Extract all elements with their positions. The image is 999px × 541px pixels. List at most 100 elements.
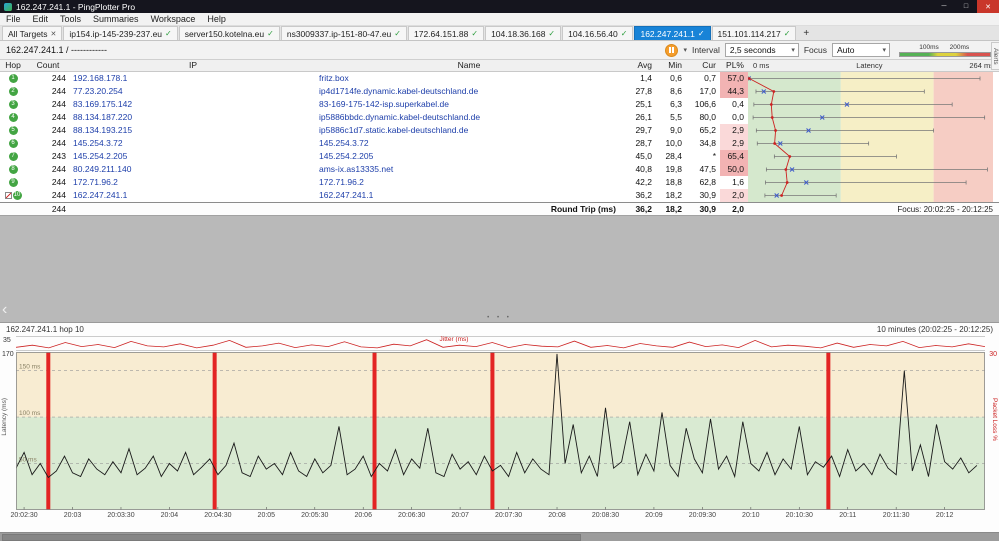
packet-loss-cell: 65,4 xyxy=(720,150,748,163)
min-cell: 9,0 xyxy=(670,125,682,135)
tab-target-ns3009337.ip-151-80-47.eu[interactable]: ns3009337.ip-151-80-47.eu ✓ xyxy=(280,26,407,40)
avg-cell: 1,4 xyxy=(640,73,652,83)
x-axis-label: 20:06:30 xyxy=(398,512,426,519)
header-avg[interactable]: Avg xyxy=(622,59,656,72)
x-axis-label: 20:11 xyxy=(839,512,857,519)
rt-count-cell: 244 xyxy=(51,203,66,214)
titlebar: 162.247.241.1 - PingPlotter Pro ─ □ ✕ xyxy=(0,0,999,13)
packet-loss-cell: 0,0 xyxy=(732,112,744,122)
name-cell: ip5886c1d7.static.kabel-deutschland.de xyxy=(319,125,469,135)
add-target-button[interactable]: + xyxy=(797,26,815,40)
check-icon: ✓ xyxy=(783,29,791,38)
min-cell: 19,8 xyxy=(665,164,682,174)
hop-badge: 7 xyxy=(8,152,18,162)
collapse-left-arrow[interactable]: ‹ xyxy=(2,302,7,318)
hop-badge: 10 xyxy=(12,191,22,201)
focus-select[interactable]: Auto ▾ xyxy=(832,43,890,57)
header-ip[interactable]: IP xyxy=(70,59,316,72)
toolbar: 162.247.241.1 / ------------ ▾ Interval … xyxy=(0,41,999,60)
x-axis-label: 20:02:30 xyxy=(10,512,38,519)
header-count[interactable]: Count xyxy=(26,59,70,72)
minimize-button[interactable]: ─ xyxy=(933,0,955,13)
check-icon: ✓ xyxy=(697,29,705,38)
tab-label: ip154.ip-145-239-237.eu xyxy=(69,28,163,39)
interval-select[interactable]: 2,5 seconds ▾ xyxy=(724,43,799,57)
table-header: Hop Count IP Name Avg Min Cur PL% 0 ms L… xyxy=(0,60,999,72)
name-cell: 83-169-175-142-isp.superkabel.de xyxy=(319,99,449,109)
focus-value: Auto xyxy=(837,45,855,55)
count-cell: 244 xyxy=(51,112,66,122)
cur-cell: 62,8 xyxy=(699,177,716,187)
check-icon: ✓ xyxy=(548,29,556,38)
x-axis-label: 20:12 xyxy=(935,512,954,519)
header-latency[interactable]: 0 ms Latency 264 ms xyxy=(748,59,999,72)
latency-scale-min: 0 ms xyxy=(753,61,770,70)
tab-target-server150.kotelna.eu[interactable]: server150.kotelna.eu ✓ xyxy=(178,26,280,40)
tab-target-162.247.241.1[interactable]: 162.247.241.1 ✓ xyxy=(634,26,711,40)
name-cell: ams-ix.as13335.net xyxy=(319,164,394,174)
tab-target-172.64.151.88[interactable]: 172.64.151.88 ✓ xyxy=(408,26,485,40)
horizontal-scrollbar[interactable] xyxy=(0,532,999,541)
cur-cell: 65,2 xyxy=(699,125,716,135)
tab-label: ns3009337.ip-151-80-47.eu xyxy=(286,28,392,39)
round-trip-label: Round Trip (ms) xyxy=(550,203,616,214)
menu-item-file[interactable]: File xyxy=(0,13,27,25)
hop-cell: 3 xyxy=(0,98,26,111)
header-name[interactable]: Name xyxy=(316,59,622,72)
packet-loss-cell: 57,0 xyxy=(720,72,748,85)
packet-loss-cell: 2,9 xyxy=(720,124,748,137)
x-axis-label: 20:04 xyxy=(160,512,179,519)
menu-item-tools[interactable]: Tools xyxy=(54,13,87,25)
hop-cell: 7 xyxy=(0,150,26,163)
count-cell: 244 xyxy=(51,99,66,109)
close-icon[interactable]: ✕ xyxy=(51,30,57,38)
ip-cell: 192.168.178.1 xyxy=(73,73,128,83)
latency-scale-legend: 100ms 200ms xyxy=(899,44,991,57)
focus-range-text: Focus: 20:02:25 - 20:12:25 xyxy=(897,204,993,214)
maximize-button[interactable]: □ xyxy=(955,0,977,13)
name-cell: 145.254.3.72 xyxy=(319,138,369,148)
latency-timeline-chart[interactable]: 50 ms100 ms150 ms xyxy=(16,352,985,510)
x-axis-label: 20:09:30 xyxy=(688,512,716,519)
menu-item-summaries[interactable]: Summaries xyxy=(87,13,145,25)
x-axis-label: 20:05 xyxy=(257,512,276,519)
tab-all-targets[interactable]: All Targets ✕ xyxy=(2,26,63,40)
cur-cell: 47,5 xyxy=(699,164,716,174)
hop-cell: 10 xyxy=(0,189,26,202)
ip-cell: 77.23.20.254 xyxy=(73,86,123,96)
header-pl[interactable]: PL% xyxy=(720,59,748,72)
min-cell: 18,8 xyxy=(665,177,682,187)
ip-cell: 172.71.96.2 xyxy=(73,177,118,187)
min-cell: 18,2 xyxy=(665,190,682,200)
pause-icon xyxy=(669,47,675,53)
loss-axis-max: 30 xyxy=(989,351,997,358)
header-min[interactable]: Min xyxy=(656,59,686,72)
menu-item-workspace[interactable]: Workspace xyxy=(145,13,202,25)
hop-table-body: 1 244 192.168.178.1 fritz.box 1,4 0,6 0,7 57,0 2… xyxy=(0,72,999,202)
name-cell: ip4d1714fe.dynamic.kabel-deutschland.de xyxy=(319,86,479,96)
count-cell: 244 xyxy=(51,138,66,148)
hop-badge: 8 xyxy=(8,165,18,175)
menu-item-edit[interactable]: Edit xyxy=(27,13,55,25)
header-cur[interactable]: Cur xyxy=(686,59,720,72)
tab-target-151.101.114.217[interactable]: 151.101.114.217 ✓ xyxy=(711,26,797,40)
splitter-handle[interactable]: • • • xyxy=(487,315,512,321)
pause-button[interactable] xyxy=(665,43,679,57)
pause-dropdown-caret[interactable]: ▾ xyxy=(683,46,687,54)
min-cell: 10,0 xyxy=(665,138,682,148)
alerts-side-tab[interactable]: Alerts xyxy=(991,42,999,70)
close-button[interactable]: ✕ xyxy=(977,0,999,13)
tab-target-ip154.ip-145-239-237.eu[interactable]: ip154.ip-145-239-237.eu ✓ xyxy=(63,26,178,40)
jitter-axis-max: 35 xyxy=(3,337,11,344)
tab-target-104.16.56.40[interactable]: 104.16.56.40 ✓ xyxy=(562,26,634,40)
check-icon: ✓ xyxy=(267,29,274,38)
avg-cell: 45,0 xyxy=(635,151,652,161)
tab-target-104.18.36.168[interactable]: 104.18.36.168 ✓ xyxy=(485,26,562,40)
cur-cell: 30,9 xyxy=(699,190,716,200)
header-hop[interactable]: Hop xyxy=(0,59,26,72)
name-cell: 172.71.96.2 xyxy=(319,177,364,187)
scrollbar-thumb[interactable] xyxy=(2,534,582,541)
ip-cell: 83.169.175.142 xyxy=(73,99,133,109)
count-cell: 244 xyxy=(51,164,66,174)
menu-item-help[interactable]: Help xyxy=(201,13,232,25)
